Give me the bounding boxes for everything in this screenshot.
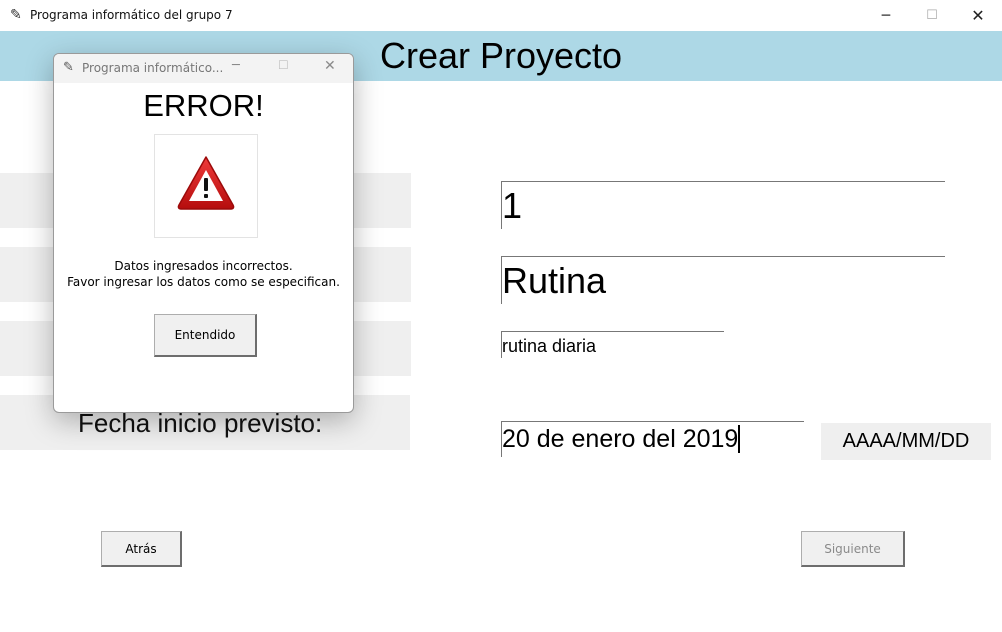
id-field[interactable]: 1: [501, 181, 945, 229]
minimize-button[interactable]: ─: [863, 0, 909, 31]
error-dialog[interactable]: ✎ Programa informático... ─ ☐ ✕ ERROR! D…: [53, 53, 354, 413]
maximize-icon: ☐: [926, 8, 938, 23]
date-format-hint: AAAA/MM/DD: [821, 423, 991, 460]
warning-icon: [177, 156, 235, 210]
feather-icon: ✎: [63, 60, 74, 75]
warning-icon-frame: [154, 134, 258, 238]
understood-button[interactable]: Entendido: [154, 314, 257, 357]
dialog-maximize-button[interactable]: ☐: [278, 58, 289, 72]
maximize-button[interactable]: ☐: [909, 0, 955, 31]
dialog-title: Programa informático...: [82, 61, 224, 75]
dialog-heading: ERROR!: [143, 88, 264, 123]
dialog-close-button[interactable]: ✕: [324, 58, 336, 74]
dialog-message-line1: Datos ingresados incorrectos.: [114, 259, 293, 273]
back-button[interactable]: Atrás: [101, 531, 182, 567]
window-title: Programa informático del grupo 7: [30, 8, 233, 22]
minimize-icon: ─: [881, 7, 891, 24]
close-button[interactable]: ✕: [955, 0, 1001, 31]
dialog-message: Datos ingresados incorrectos. Favor ingr…: [54, 258, 353, 290]
close-icon: ✕: [971, 6, 985, 25]
next-button[interactable]: Siguiente: [801, 531, 905, 567]
dialog-titlebar[interactable]: ✎ Programa informático... ─ ☐ ✕: [54, 54, 353, 83]
dialog-message-line2: Favor ingresar los datos como se especif…: [67, 275, 340, 289]
text-caret: [738, 425, 741, 453]
window-titlebar[interactable]: ✎ Programa informático del grupo 7 ─ ☐ ✕: [0, 0, 1002, 32]
start-date-value: 20 de enero del 2019: [502, 425, 739, 453]
start-date-field[interactable]: 20 de enero del 2019: [501, 421, 804, 457]
dialog-minimize-button[interactable]: ─: [232, 58, 240, 73]
description-field[interactable]: rutina diaria: [501, 331, 724, 358]
feather-icon: ✎: [10, 7, 22, 23]
name-field[interactable]: Rutina: [501, 256, 945, 304]
